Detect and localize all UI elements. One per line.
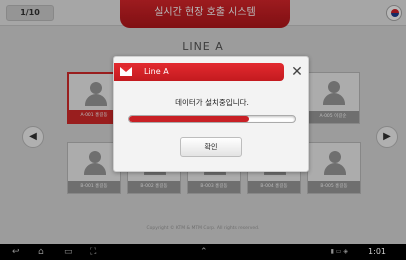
dialog-message: 데이터가 설치중입니다. [175,98,249,107]
clock: 1:01 [368,247,386,256]
confirm-button[interactable]: 확인 [180,137,242,157]
back-icon[interactable]: ↩ [12,246,20,258]
install-progress-bar [128,115,296,123]
envelope-icon [120,67,132,76]
recent-apps-icon[interactable]: ▭ [64,246,73,258]
screenshot-icon[interactable]: ⛶ [90,246,96,258]
dialog-header: Line A [114,63,284,81]
install-dialog: Line A ✕ 데이터가 설치중입니다. 확인 [113,56,309,172]
menu-up-icon[interactable]: ⌃ [200,246,208,258]
close-button[interactable]: ✕ [290,65,304,79]
progress-fill [129,116,249,122]
app-screen: 1/10 실시간 현장 호출 시스템 LINE A ◀ ▶ A-001 홍길동 … [0,0,406,244]
status-icons: ▮ ▭ ◈ [330,248,348,255]
dialog-title: Line A [144,67,169,76]
home-icon[interactable]: ⌂ [38,246,44,258]
system-navigation-bar: ↩ ⌂ ▭ ⛶ ⌃ ▮ ▭ ◈ 1:01 [0,244,406,260]
